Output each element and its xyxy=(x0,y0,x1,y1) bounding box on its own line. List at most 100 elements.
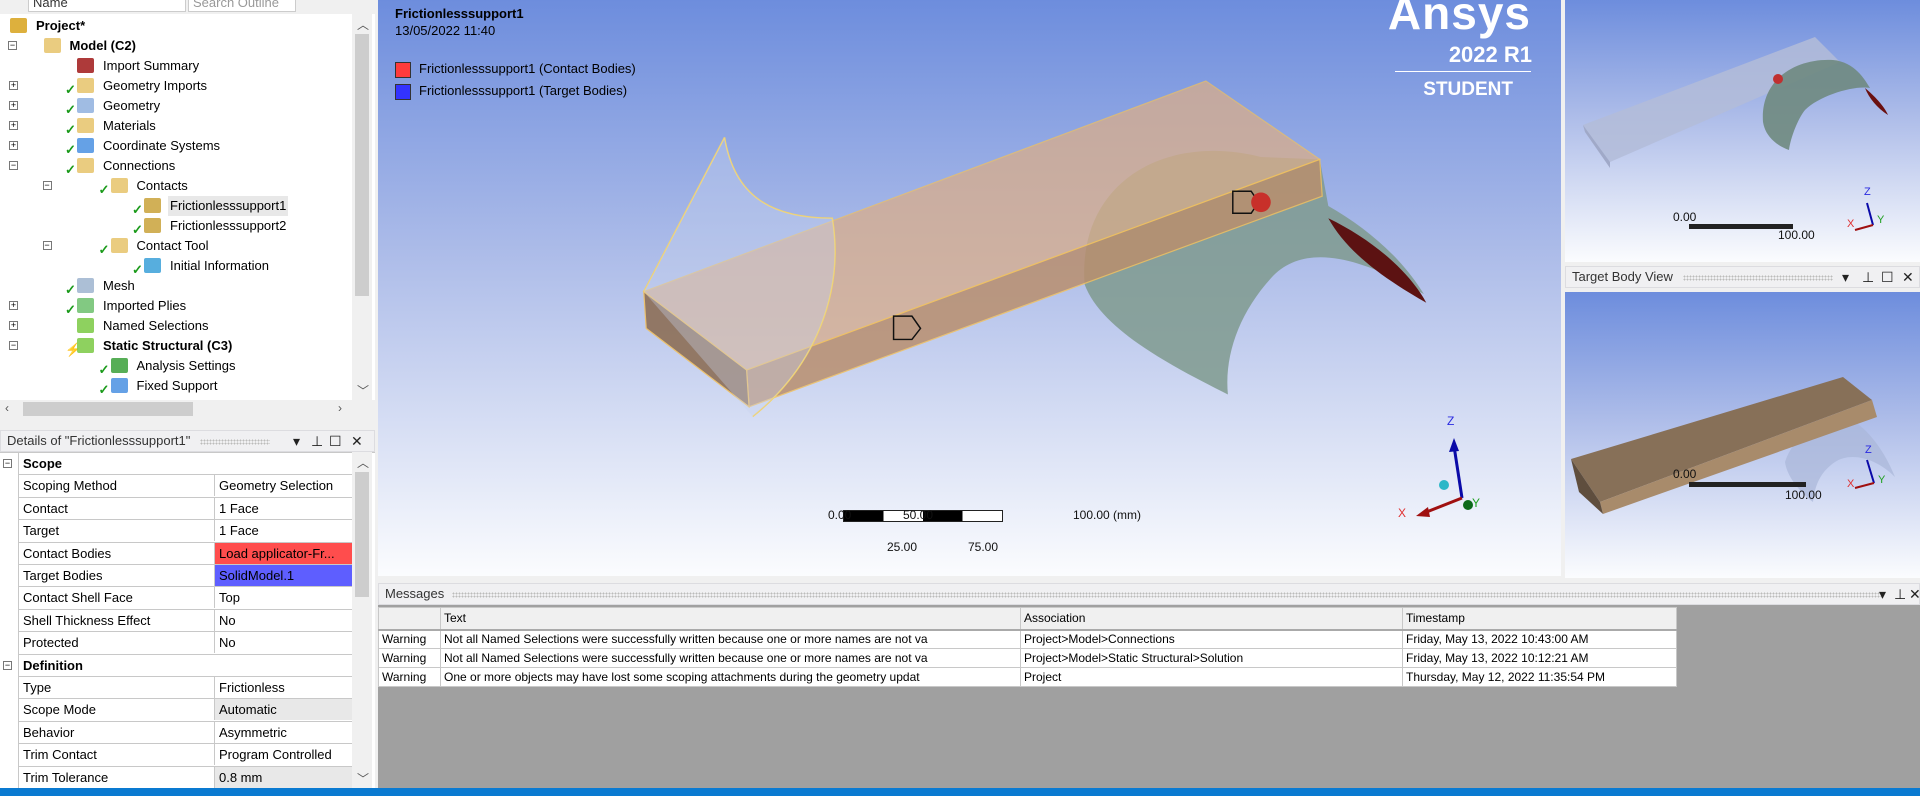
property-value[interactable]: Automatic xyxy=(214,699,352,721)
property-value[interactable]: No xyxy=(214,609,352,631)
outline-horizontal-scrollbar[interactable]: ‹ › xyxy=(0,400,375,418)
tree-item[interactable]: ✓ Frictionlesssupport1 xyxy=(0,196,350,217)
name-filter-field[interactable]: Name xyxy=(28,0,186,12)
scroll-left-icon[interactable]: ‹ xyxy=(5,401,9,415)
details-row[interactable]: Scope Mode Automatic xyxy=(18,699,352,722)
scroll-thumb[interactable] xyxy=(23,402,193,416)
tree-item[interactable]: − ✓ Contacts xyxy=(0,176,350,197)
target-body-view-title: Target Body View xyxy=(1572,269,1673,284)
column-header-text[interactable]: Text xyxy=(440,607,1021,631)
details-scrollbar[interactable]: ︿ ﹀ xyxy=(352,452,372,788)
property-value[interactable]: No xyxy=(214,632,352,654)
property-value[interactable]: Asymmetric xyxy=(214,721,352,743)
collapse-icon[interactable]: − xyxy=(3,660,12,670)
details-category[interactable]: Definition xyxy=(18,654,352,677)
expand-icon[interactable]: + xyxy=(9,121,18,130)
tree-item[interactable]: + ✓ Geometry Imports xyxy=(0,76,350,97)
tree-item[interactable]: + ✓ Geometry xyxy=(0,96,350,117)
category-label: Scope xyxy=(23,456,63,471)
collapse-icon[interactable]: − xyxy=(42,241,52,250)
details-row[interactable]: Trim Tolerance 0.8 mm xyxy=(18,766,352,789)
tree-item[interactable]: − Model (C2) xyxy=(0,36,350,56)
property-value[interactable]: Load applicator-Fr... xyxy=(214,542,352,564)
property-value[interactable]: 1 Face xyxy=(214,497,352,519)
property-value[interactable]: 0.8 mm xyxy=(214,766,352,788)
details-row[interactable]: Contact Bodies Load applicator-Fr... xyxy=(18,542,352,565)
property-value[interactable]: Top xyxy=(214,587,352,609)
collapse-icon[interactable]: − xyxy=(9,341,18,350)
expand-icon[interactable]: + xyxy=(9,301,18,310)
property-value[interactable]: SolidModel.1 xyxy=(214,565,352,586)
details-row[interactable]: Protected No xyxy=(18,632,352,655)
collapse-icon[interactable]: − xyxy=(8,41,17,50)
outline-vertical-scrollbar[interactable]: ︿ ﹀ xyxy=(352,14,372,400)
expand-icon[interactable]: + xyxy=(9,321,18,330)
property-label: Type xyxy=(23,680,52,695)
property-value[interactable]: Frictionless xyxy=(214,677,352,698)
details-row[interactable]: Contact 1 Face xyxy=(18,497,352,521)
details-row[interactable]: Contact Shell Face Top xyxy=(18,587,352,610)
close-icon[interactable]: ✕ xyxy=(351,431,363,451)
collapse-icon[interactable]: − xyxy=(42,181,52,190)
message-row[interactable]: Warning Not all Named Selections were suc… xyxy=(378,629,1677,649)
tree-item[interactable]: ✓ Fixed Support xyxy=(0,376,350,397)
collapse-icon[interactable]: − xyxy=(3,459,12,468)
details-row[interactable]: Trim Contact Program Controlled xyxy=(18,744,352,767)
expand-icon[interactable]: + xyxy=(9,141,18,150)
property-value[interactable]: Program Controlled xyxy=(214,744,352,766)
tree-item[interactable]: + ✓ Imported Plies xyxy=(0,296,350,317)
tree-item[interactable]: − ✓ Contact Tool xyxy=(0,236,350,257)
contact-body-view[interactable]: 0.00 100.00 Z X Y xyxy=(1565,0,1920,262)
pin-icon[interactable]: ⊥ xyxy=(1894,584,1906,604)
scroll-thumb[interactable] xyxy=(355,472,369,597)
pin-icon[interactable]: ⊥ xyxy=(311,431,323,451)
legend-contact-bodies: Frictionlesssupport1 (Contact Bodies) xyxy=(395,61,636,78)
details-row[interactable]: Scoping Method Geometry Selection xyxy=(18,475,352,498)
details-category[interactable]: Scope xyxy=(18,453,352,476)
column-header-level[interactable] xyxy=(378,607,441,631)
graphics-viewport[interactable]: Frictionlesssupport1 13/05/2022 11:40 Fr… xyxy=(378,0,1561,576)
scroll-up-icon[interactable]: ︿ xyxy=(357,454,369,471)
details-row[interactable]: Type Frictionless xyxy=(18,677,352,700)
property-value[interactable]: 1 Face xyxy=(214,520,352,542)
maximize-icon[interactable]: ☐ xyxy=(1881,267,1894,287)
scroll-thumb[interactable] xyxy=(355,34,369,296)
pin-icon[interactable]: ⊥ xyxy=(1862,267,1874,287)
property-value[interactable]: Geometry Selection xyxy=(214,475,352,497)
tree-item[interactable]: ✓ Initial Information xyxy=(0,256,350,277)
column-header-timestamp[interactable]: Timestamp xyxy=(1402,607,1677,631)
dropdown-icon[interactable]: ▾ xyxy=(293,431,300,451)
details-row[interactable]: Target 1 Face xyxy=(18,520,352,543)
close-icon[interactable]: ✕ xyxy=(1909,584,1919,604)
tree-item[interactable]: ✓ Mesh xyxy=(0,276,350,297)
details-row[interactable]: Shell Thickness Effect No xyxy=(18,609,352,633)
scroll-down-icon[interactable]: ﹀ xyxy=(357,382,369,399)
expand-icon[interactable]: + xyxy=(9,101,18,110)
close-icon[interactable]: ✕ xyxy=(1902,267,1914,287)
tree-item[interactable]: + ✓ Coordinate Systems xyxy=(0,136,350,157)
details-row[interactable]: Target Bodies SolidModel.1 xyxy=(18,565,352,588)
details-row[interactable]: Behavior Asymmetric xyxy=(18,721,352,745)
collapse-icon[interactable]: − xyxy=(9,161,18,170)
tree-item[interactable]: ✓ Frictionlesssupport2 xyxy=(0,216,350,237)
scroll-up-icon[interactable]: ︿ xyxy=(357,16,369,33)
tree-item[interactable]: − ✓ Connections xyxy=(0,156,350,177)
dropdown-icon[interactable]: ▾ xyxy=(1879,584,1886,604)
search-outline-input[interactable]: Search Outline xyxy=(188,0,296,12)
dropdown-icon[interactable]: ▾ xyxy=(1842,267,1849,287)
scroll-right-icon[interactable]: › xyxy=(338,401,342,415)
tree-item[interactable]: + ✓ Materials xyxy=(0,116,350,137)
target-body-view[interactable]: 0.00 100.00 Z X Y xyxy=(1565,292,1920,578)
column-header-association[interactable]: Association xyxy=(1020,607,1403,631)
message-row[interactable]: Warning One or more objects may have lost… xyxy=(378,667,1677,687)
expand-icon[interactable]: + xyxy=(9,81,18,90)
maximize-icon[interactable]: ☐ xyxy=(329,431,342,451)
message-row[interactable]: Warning Not all Named Selections were suc… xyxy=(378,648,1677,668)
scroll-down-icon[interactable]: ﹀ xyxy=(357,770,369,787)
tree-item[interactable]: Project* xyxy=(0,16,350,36)
legend-label: Frictionlesssupport1 (Contact Bodies) xyxy=(419,61,636,76)
tree-item[interactable]: + Named Selections xyxy=(0,316,350,336)
tree-item[interactable]: ✓ Analysis Settings xyxy=(0,356,350,377)
tree-item[interactable]: Import Summary xyxy=(0,56,350,76)
tree-item[interactable]: − ⚡ Static Structural (C3) xyxy=(0,336,350,357)
